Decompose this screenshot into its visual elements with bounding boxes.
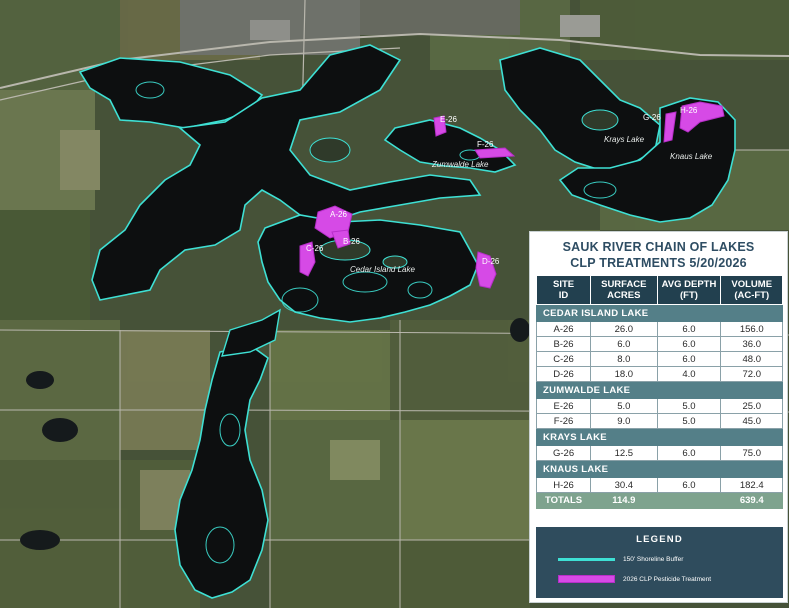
header-surface-acres: SURFACE ACRES: [590, 275, 658, 305]
site-label-e: E-26: [440, 115, 457, 124]
site-label-b: B-26: [343, 237, 360, 246]
table-row: E-26 5.0 5.0 25.0: [535, 398, 783, 414]
treatment-summary-panel: SAUK RIVER CHAIN OF LAKES CLP TREATMENTS…: [529, 231, 788, 603]
table-row: G-26 12.5 6.0 75.0: [535, 445, 783, 461]
totals-row: TOTALS 114.9 639.4: [535, 492, 783, 509]
lake-label-knaus: Knaus Lake: [670, 152, 713, 161]
lake-label-cedar-island: Cedar Island Lake: [350, 265, 415, 274]
table-row: A-26 26.0 6.0 156.0: [535, 321, 783, 337]
legend-label-buffer: 150' Shoreline Buffer: [623, 556, 684, 563]
section-row-krays: KRAYS LAKE: [536, 428, 783, 446]
table-row: C-26 8.0 6.0 48.0: [535, 351, 783, 367]
site-label-h: H-26: [680, 106, 698, 115]
treatment-table: SITE ID SURFACE ACRES AVG DEPTH (FT) VOLUME…: [535, 275, 783, 509]
table-row: B-26 6.0 6.0 36.0: [535, 336, 783, 352]
table-row: F-26 9.0 5.0 45.0: [535, 413, 783, 429]
treatment-fill-swatch: [558, 575, 615, 583]
header-avg-depth: AVG DEPTH (FT): [656, 275, 722, 305]
legend-item-treatment: 2026 CLP Pesticide Treatment: [558, 575, 711, 583]
lake-label-zumwalde: Zumwalde Lake: [431, 160, 489, 169]
header-site-id: SITE ID: [535, 275, 592, 305]
site-label-f: F-26: [477, 140, 494, 149]
site-label-d: D-26: [482, 257, 500, 266]
panel-title-line1: SAUK RIVER CHAIN OF LAKES: [562, 240, 755, 254]
site-label-g: G-26: [643, 113, 661, 122]
table-row: H-26 30.4 6.0 182.4: [535, 477, 783, 493]
table-header-row: SITE ID SURFACE ACRES AVG DEPTH (FT) VOLUME…: [535, 275, 783, 305]
header-volume: VOLUME (AC-FT): [720, 275, 783, 305]
table-row: D-26 18.0 4.0 72.0: [535, 366, 783, 382]
buffer-line-swatch: [558, 558, 615, 561]
map-stage: Zumwalde Lake Krays Lake Knaus Lake Ceda…: [0, 0, 789, 608]
lake-label-krays: Krays Lake: [604, 135, 645, 144]
legend-label-treatment: 2026 CLP Pesticide Treatment: [623, 575, 712, 583]
legend-title: LEGEND: [636, 534, 683, 545]
section-row-cedar-island: CEDAR ISLAND LAKE: [536, 304, 783, 322]
legend-item-buffer: 150' Shoreline Buffer: [558, 556, 683, 563]
section-row-zumwalde: ZUMWALDE LAKE: [536, 381, 783, 399]
site-label-a: A-26: [330, 210, 347, 219]
panel-title: SAUK RIVER CHAIN OF LAKES CLP TREATMENTS…: [530, 239, 787, 271]
site-label-c: C-26: [306, 244, 324, 253]
panel-title-line2: CLP TREATMENTS 5/20/2026: [570, 256, 747, 270]
section-row-knaus: KNAUS LAKE: [536, 460, 783, 478]
map-legend: LEGEND 150' Shoreline Buffer 2026 CLP Pe…: [536, 527, 783, 598]
